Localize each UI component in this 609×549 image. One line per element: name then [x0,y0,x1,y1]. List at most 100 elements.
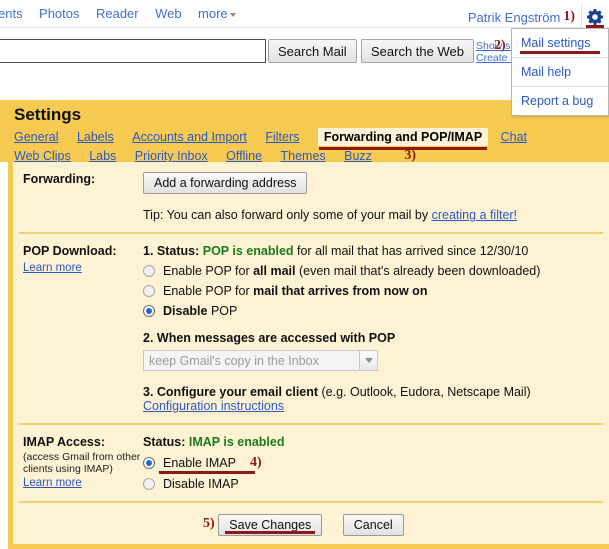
top-nav-account: Patrik Engström 1) [468,4,607,30]
tab-labs[interactable]: Labs [89,149,116,163]
tab-web-clips[interactable]: Web Clips [14,149,71,163]
imap-label-col: IMAP Access: (access Gmail from other cl… [13,435,143,491]
forwarding-section: Forwarding: Add a forwarding address Tip… [13,162,609,232]
save-changes-button[interactable]: Save Changes [218,514,323,536]
pop-option-all-mail[interactable]: Enable POP for all mail (even mail that'… [143,264,609,278]
imap-learn-more-link[interactable]: Learn more [23,477,82,489]
pop-download-section: POP Download: Learn more 1. Status: POP … [13,234,609,423]
pop-option-from-now-on[interactable]: Enable POP for mail that arrives from no… [143,284,609,298]
annotation-2: 2) [494,38,506,53]
imap-option-enable[interactable]: Enable IMAP 4) [143,455,609,474]
pop-status-value: POP is enabled [202,244,294,258]
menu-item-mail-settings-label: Mail settings [521,36,591,50]
pop-opt-now-bold: mail that arrives from now on [253,284,428,298]
imap-label: IMAP Access: [23,435,105,449]
google-top-nav: ents Photos Reader Web more Patrik Engst… [0,0,609,30]
pop-option-disable[interactable]: Disable POP [143,304,609,318]
radio-pop-from-now-on[interactable] [143,285,155,297]
nav-reader[interactable]: Reader [96,6,139,21]
nav-more-label: more [198,6,228,21]
radio-pop-all-mail[interactable] [143,265,155,277]
chevron-down-icon [364,358,373,363]
menu-item-mail-help-label: Mail help [521,65,572,79]
pop-step3-title: 3. Configure your email client [143,385,319,399]
pop-step3-rest: (e.g. Outlook, Eudora, Netscape Mail) [318,385,531,399]
pop-opt-all-bold: all mail [253,264,296,278]
imap-status-label: Status: [143,435,189,449]
pop-access-select-value: keep Gmail's copy in the Inbox [149,353,319,368]
pop-label: POP Download: [23,244,117,258]
tab-filters[interactable]: Filters [265,130,299,144]
radio-pop-disable[interactable] [143,305,155,317]
pop-opt-disable-bold: Disable [163,304,208,318]
nav-web[interactable]: Web [155,6,182,21]
save-annotation-underline [225,531,316,534]
tab-offline[interactable]: Offline [226,149,262,163]
menu-item-report-a-bug[interactable]: Report a bug [512,86,608,115]
mail-settings-annotation-underline [520,51,600,54]
account-name-link[interactable]: Patrik Engström [468,10,560,25]
save-changes-label: Save Changes [229,518,312,532]
pop-option-all-mail-label: Enable POP for all mail (even mail that'… [163,264,540,278]
pop-opt-now-prefix: Enable POP for [163,284,254,298]
search-mail-button[interactable]: Search Mail [268,39,357,63]
pop-option-disable-label: Disable POP [163,304,237,318]
pop-label-col: POP Download: Learn more [13,244,143,413]
nav-more[interactable]: more [198,6,236,21]
imap-body: Status: IMAP is enabled Enable IMAP 4) D… [143,435,609,491]
forwarding-label-col: Forwarding: [13,172,143,222]
annotation-4: 4) [249,455,262,470]
tab-chat[interactable]: Chat [501,130,527,144]
radio-imap-disable[interactable] [143,478,155,490]
nav-photos[interactable]: Photos [39,6,79,21]
pop-step3: 3. Configure your email client (e.g. Out… [143,385,609,413]
forwarding-tip-text: Tip: You can also forward only some of y… [143,208,432,222]
imap-annotation-underline [159,471,255,474]
tab-accounts-and-import[interactable]: Accounts and Import [132,130,247,144]
add-forwarding-address-button[interactable]: Add a forwarding address [143,172,308,194]
tab-themes[interactable]: Themes [281,149,326,163]
tab-labels[interactable]: Labels [77,130,114,144]
search-input[interactable] [0,39,266,63]
tab-forwarding-and-pop-imap-label: Forwarding and POP/IMAP [323,130,483,144]
forwarding-label: Forwarding: [23,172,96,186]
imap-status-line: Status: IMAP is enabled [143,435,609,449]
screen: ents Photos Reader Web more Patrik Engst… [0,0,609,549]
pop-opt-all-prefix: Enable POP for [163,264,254,278]
imap-option-enable-label: Enable IMAP [163,456,236,470]
tab-general[interactable]: General [14,130,58,144]
search-web-button[interactable]: Search the Web [361,39,474,63]
pop-opt-all-suffix: (even mail that's already been downloade… [295,264,541,278]
annotation-1: 1) [563,9,575,24]
menu-item-mail-help[interactable]: Mail help [512,57,608,86]
chevron-down-icon [229,12,236,17]
pop-access-select[interactable]: keep Gmail's copy in the Inbox [143,350,378,371]
tab-priority-inbox[interactable]: Priority Inbox [135,149,208,163]
pop-option-from-now-on-label: Enable POP for mail that arrives from no… [163,284,427,298]
pop-step2-title: 2. When messages are accessed with POP [143,331,396,345]
menu-item-mail-settings[interactable]: Mail settings [512,29,608,57]
imap-sub-line-1: (access Gmail from other [23,451,141,463]
pop-status-suffix: for all mail that has arrived since 12/3… [293,244,529,258]
configuration-instructions-link[interactable]: Configuration instructions [143,399,284,413]
nav-documents[interactable]: ents [0,6,23,21]
settings-panel: Forwarding: Add a forwarding address Tip… [8,162,609,549]
imap-option-disable[interactable]: Disable IMAP [143,477,609,491]
pop-access-select-wrap: keep Gmail's copy in the Inbox [143,350,609,371]
pop-opt-disable-suffix: POP [207,304,238,318]
pop-learn-more-link[interactable]: Learn more [23,262,82,274]
forwarding-tip: Tip: You can also forward only some of y… [143,208,609,222]
creating-a-filter-link[interactable]: creating a filter! [432,208,517,222]
select-arrow-box [359,351,377,370]
tab-buzz[interactable]: Buzz [344,149,372,163]
top-nav-links: ents Photos Reader Web more [0,5,242,23]
settings-gear-button[interactable] [581,4,607,30]
radio-imap-enable[interactable] [143,457,155,469]
cancel-button[interactable]: Cancel [342,514,404,536]
settings-footer: 5) Save Changes Cancel [13,503,609,536]
page-title: Settings [14,105,82,124]
pop-step1-label: 1. Status: [143,244,203,258]
imap-status-value: IMAP is enabled [188,435,285,449]
menu-item-report-a-bug-label: Report a bug [521,94,594,108]
tab-forwarding-and-pop-imap[interactable]: Forwarding and POP/IMAP [316,127,490,150]
